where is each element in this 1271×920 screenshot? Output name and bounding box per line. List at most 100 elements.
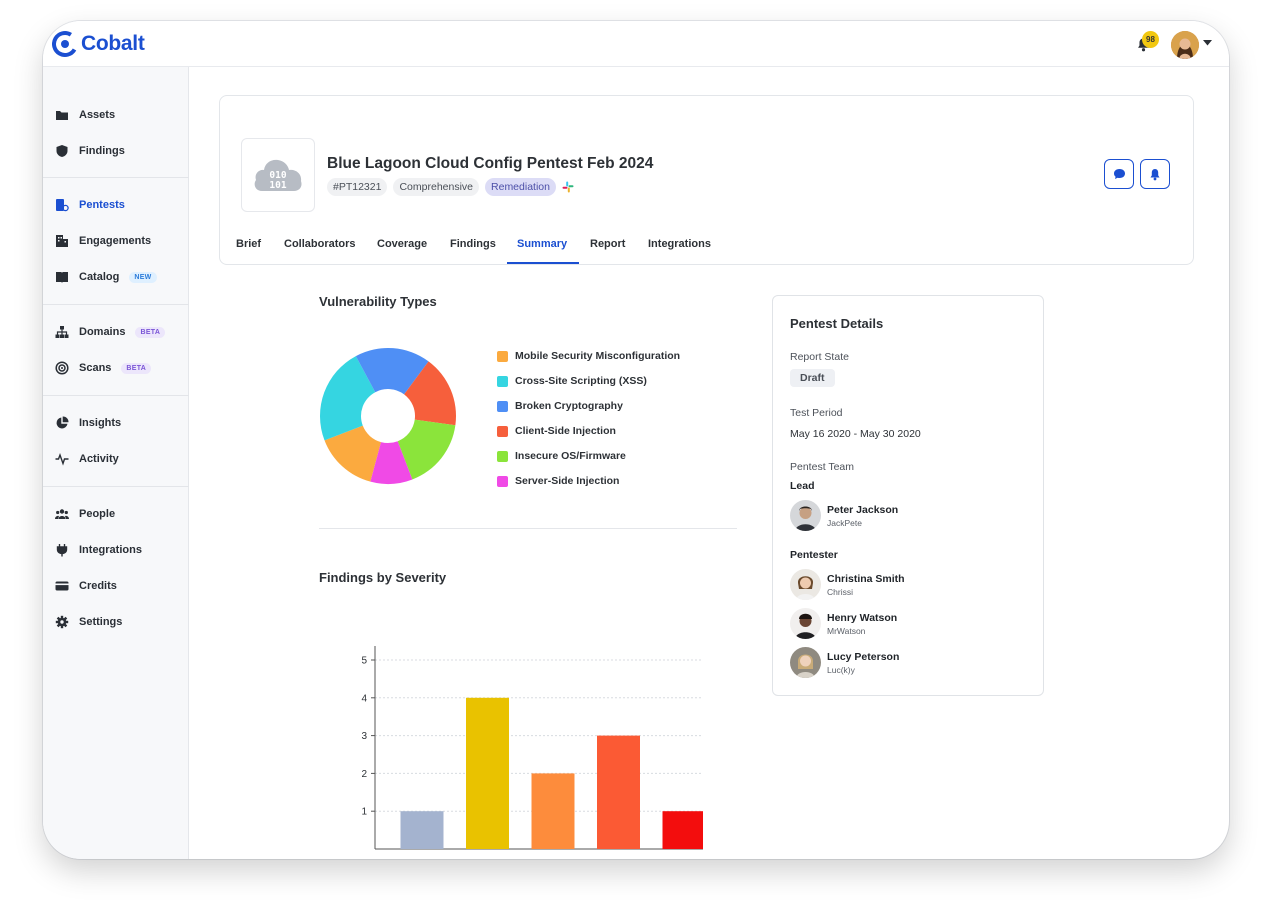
lead-label: Lead: [790, 480, 815, 492]
pentest-logo: 010 101: [241, 138, 315, 212]
member-name: Lucy Peterson: [827, 650, 900, 663]
book-icon: [56, 272, 68, 283]
team-member[interactable]: Lucy Peterson Luc(k)y: [790, 647, 899, 678]
member-handle: MrWatson: [827, 625, 866, 636]
building-icon: [56, 235, 68, 247]
shield-icon: [56, 145, 68, 157]
member-handle: Chrissi: [827, 586, 853, 597]
activity-icon: [55, 452, 69, 466]
folder-icon: [56, 111, 68, 120]
tab-integrations[interactable]: Integrations: [648, 238, 711, 250]
cloud-binary-icon: 010 101: [254, 159, 302, 191]
sidebar-item-activity[interactable]: Activity: [55, 449, 119, 469]
slack-icon[interactable]: [562, 181, 574, 193]
pentest-icon: [56, 199, 69, 212]
sidebar-item-domains[interactable]: Domains BETA: [55, 322, 166, 342]
notify-button[interactable]: [1140, 159, 1170, 189]
sidebar-item-settings[interactable]: Settings: [55, 612, 122, 632]
sidebar-item-pentests[interactable]: Pentests: [55, 195, 125, 215]
y-tick-label: 5: [361, 656, 367, 667]
plug-icon: [56, 544, 68, 557]
sidebar-divider: [43, 395, 189, 396]
sidebar-divider: [43, 486, 189, 487]
users-icon: [55, 509, 69, 519]
pentest-team-label: Pentest Team: [790, 461, 855, 473]
sidebar-item-integrations[interactable]: Integrations: [55, 540, 142, 560]
sidebar-item-assets[interactable]: Assets: [55, 105, 115, 125]
page-title: Blue Lagoon Cloud Config Pentest Feb 202…: [327, 155, 654, 172]
user-avatar[interactable]: [1171, 31, 1199, 59]
vulnerability-types-title: Vulnerability Types: [319, 294, 437, 309]
pentest-id-chip: #PT12321: [327, 178, 388, 196]
chat-bubble-icon: [1113, 169, 1125, 179]
avatar: [790, 647, 821, 678]
sidebar-item-catalog[interactable]: Catalog NEW: [55, 267, 157, 287]
legend-swatch: [497, 425, 508, 437]
y-tick-label: 4: [361, 693, 367, 704]
sitemap-icon: [55, 326, 69, 338]
member-name: Henry Watson: [827, 611, 898, 624]
avatar: [790, 608, 821, 639]
notification-badge: 98: [1142, 31, 1159, 48]
findings-by-severity-bar-chart: 12345Infor.LowMediumHighCritical: [361, 646, 703, 850]
bar-medium: [531, 773, 575, 849]
report-state-label: Report State: [790, 351, 849, 363]
bar-infor: [400, 811, 444, 849]
team-member[interactable]: Christina Smith Chrissi: [790, 569, 905, 600]
test-period-value: May 16 2020 - May 30 2020: [790, 428, 921, 440]
legend-item: Mobile Security Misconfiguration: [497, 350, 680, 362]
legend-item: Cross-Site Scripting (XSS): [497, 375, 647, 387]
tab-brief[interactable]: Brief: [236, 238, 261, 250]
sidebar-item-insights[interactable]: Insights: [55, 413, 121, 433]
findings-by-severity-title: Findings by Severity: [319, 570, 447, 585]
legend-item: Broken Cryptography: [497, 400, 623, 412]
pentest-type-chip: Comprehensive: [393, 178, 480, 196]
tab-report[interactable]: Report: [590, 238, 625, 250]
section-divider: [319, 528, 737, 529]
logo-text: Cobalt: [81, 32, 145, 55]
beta-badge: BETA: [135, 326, 166, 338]
status-badge: Remediation: [485, 178, 556, 196]
pentest-details-card: Pentest Details Report State Draft Test …: [772, 295, 1044, 696]
pentester-label: Pentester: [790, 549, 838, 561]
top-bar: Cobalt 98: [43, 21, 1229, 67]
y-tick-label: 2: [361, 769, 367, 780]
tab-coverage[interactable]: Coverage: [377, 238, 427, 250]
sidebar-item-scans[interactable]: Scans BETA: [55, 358, 152, 378]
tab-findings[interactable]: Findings: [450, 238, 496, 250]
active-tab-indicator: [507, 262, 579, 264]
sidebar-item-people[interactable]: People: [55, 504, 115, 524]
vulnerability-types-donut-chart: [320, 348, 456, 484]
new-badge: NEW: [129, 271, 157, 283]
sidebar-item-findings[interactable]: Findings: [55, 141, 125, 161]
avatar: [790, 569, 821, 600]
gear-icon: [55, 615, 69, 629]
bell-icon: [1150, 168, 1160, 180]
logo[interactable]: Cobalt: [52, 30, 145, 58]
tab-collaborators[interactable]: Collaborators: [284, 238, 356, 250]
team-member[interactable]: Henry Watson MrWatson: [790, 608, 897, 639]
legend-swatch: [497, 475, 508, 487]
member-handle: Luc(k)y: [827, 664, 855, 675]
cobalt-logo-icon: [52, 31, 78, 57]
credit-card-icon: [55, 581, 69, 591]
pentest-header-card: 010 101 Blue Lagoon Cloud Config Pentest…: [219, 95, 1194, 265]
sidebar-item-engagements[interactable]: Engagements: [55, 231, 151, 251]
tab-summary[interactable]: Summary: [517, 238, 567, 250]
bar-high: [597, 735, 640, 849]
svg-text:101: 101: [269, 180, 286, 191]
sidebar: Assets Findings Pentests Engagements Cat…: [43, 67, 189, 859]
target-icon: [55, 361, 69, 375]
chevron-down-icon[interactable]: [1203, 40, 1212, 46]
legend-item: Client-Side Injection: [497, 425, 616, 437]
legend-swatch: [497, 375, 508, 387]
legend-swatch: [497, 350, 508, 362]
sidebar-divider: [43, 177, 189, 178]
bar-low: [466, 697, 509, 849]
sidebar-item-credits[interactable]: Credits: [55, 576, 117, 596]
comment-button[interactable]: [1104, 159, 1134, 189]
pentest-tags: #PT12321 Comprehensive Remediation: [327, 178, 574, 196]
pie-chart-icon: [56, 416, 69, 429]
team-member[interactable]: Peter Jackson JackPete: [790, 500, 898, 531]
member-name: Christina Smith: [827, 572, 905, 585]
